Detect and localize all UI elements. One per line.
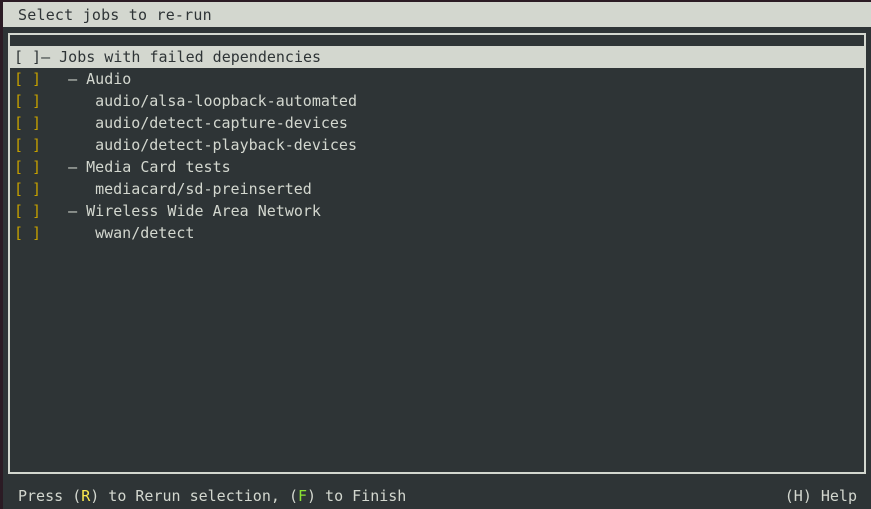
press-label: Press bbox=[18, 486, 73, 505]
job-label: mediacard/sd-preinserted bbox=[95, 180, 312, 198]
rerun-key[interactable]: R bbox=[81, 485, 90, 507]
job-selection-panel: [ ] – Jobs with failed dependencies[ ] – A… bbox=[8, 33, 866, 474]
job-row[interactable]: [ ] wwan/detect bbox=[10, 222, 864, 244]
rerun-label: to Rerun selection, bbox=[99, 486, 289, 505]
help-key[interactable]: H bbox=[794, 485, 803, 507]
job-label: – Wireless Wide Area Network bbox=[68, 202, 321, 220]
job-checkbox[interactable]: [ ] bbox=[14, 178, 41, 200]
rerun-paren-open: ( bbox=[72, 486, 82, 505]
job-row[interactable]: [ ] audio/detect-playback-devices bbox=[10, 134, 864, 156]
job-row[interactable]: [ ] – Media Card tests bbox=[10, 156, 864, 178]
job-row[interactable]: [ ] – Audio bbox=[10, 68, 864, 90]
terminal-screen: Select jobs to re-run [ ] – Jobs with fai… bbox=[0, 0, 871, 509]
job-checkbox[interactable]: [ ] bbox=[14, 46, 41, 68]
job-list[interactable]: [ ] – Jobs with failed dependencies[ ] – A… bbox=[10, 46, 864, 244]
status-bar: Press (R) to Rerun selection, (F) to Fin… bbox=[3, 482, 871, 509]
help-label: Help bbox=[811, 486, 857, 505]
help-paren-open: ( bbox=[784, 486, 794, 505]
terminal-left-edge bbox=[0, 0, 3, 509]
page-title: Select jobs to re-run bbox=[18, 5, 212, 24]
job-label: wwan/detect bbox=[95, 224, 195, 242]
job-checkbox[interactable]: [ ] bbox=[14, 112, 41, 134]
finish-paren-open: ( bbox=[288, 486, 298, 505]
status-bar-left-hints: Press (R) to Rerun selection, (F) to Fin… bbox=[18, 485, 406, 507]
job-row[interactable]: [ ] mediacard/sd-preinserted bbox=[10, 178, 864, 200]
job-checkbox[interactable]: [ ] bbox=[14, 200, 41, 222]
job-row[interactable]: [ ] audio/alsa-loopback-automated bbox=[10, 90, 864, 112]
job-label: – Audio bbox=[68, 70, 132, 88]
job-checkbox[interactable]: [ ] bbox=[14, 90, 41, 112]
job-checkbox[interactable]: [ ] bbox=[14, 156, 41, 178]
help-paren-close: ) bbox=[802, 486, 812, 505]
job-row[interactable]: [ ] audio/detect-capture-devices bbox=[10, 112, 864, 134]
job-label: audio/detect-capture-devices bbox=[95, 114, 348, 132]
job-label: audio/alsa-loopback-automated bbox=[95, 92, 357, 110]
job-row[interactable]: [ ] – Jobs with failed dependencies bbox=[10, 46, 864, 68]
rerun-paren-close: ) bbox=[90, 486, 100, 505]
finish-label: to Finish bbox=[316, 486, 407, 505]
job-checkbox[interactable]: [ ] bbox=[14, 68, 41, 90]
window-title-bar: Select jobs to re-run bbox=[3, 2, 871, 27]
job-label: – Jobs with failed dependencies bbox=[41, 48, 322, 66]
status-bar-right-hints: (H) Help bbox=[785, 485, 857, 507]
job-row[interactable]: [ ] – Wireless Wide Area Network bbox=[10, 200, 864, 222]
job-label: audio/detect-playback-devices bbox=[95, 136, 357, 154]
finish-paren-close: ) bbox=[307, 486, 317, 505]
job-label: – Media Card tests bbox=[68, 158, 231, 176]
finish-key[interactable]: F bbox=[298, 485, 307, 507]
job-checkbox[interactable]: [ ] bbox=[14, 134, 41, 156]
job-checkbox[interactable]: [ ] bbox=[14, 222, 41, 244]
